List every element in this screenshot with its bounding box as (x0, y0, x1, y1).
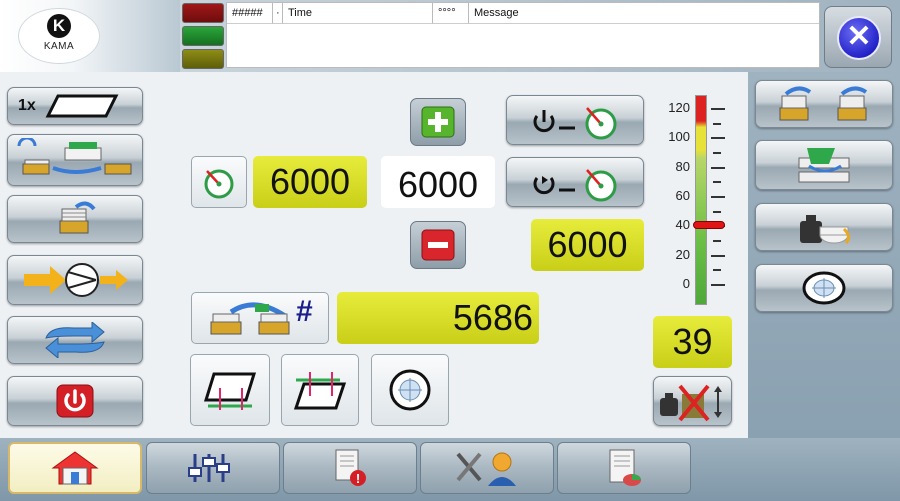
plus-icon (421, 106, 455, 138)
stack-transfer-button[interactable] (7, 134, 143, 186)
scale-tick (713, 269, 721, 272)
sheet-separation-button[interactable] (755, 140, 893, 190)
scale-tick (711, 284, 725, 286)
weight-cross-icon (656, 380, 730, 422)
weight-icon (794, 207, 854, 247)
logo-letter: K (47, 14, 71, 38)
cycle-button[interactable] (7, 316, 143, 364)
column-header-type[interactable]: · (273, 3, 283, 24)
header-bar: K KAMA ##### · Time °°°° Message ✕ (0, 0, 900, 72)
pump-button[interactable] (7, 255, 143, 305)
weight-disable-button[interactable] (653, 376, 732, 426)
column-header-id[interactable]: ##### (227, 3, 273, 24)
scale-tick (711, 166, 725, 169)
power-button[interactable] (7, 376, 143, 426)
column-header-message[interactable]: Message (469, 3, 819, 24)
speed-gauge-label (191, 156, 247, 208)
actual-speed-field: 6000 (531, 219, 644, 271)
logo-name: KAMA (43, 41, 75, 52)
scale-tick (713, 181, 721, 184)
center-target-button[interactable] (371, 354, 449, 426)
scale-label: 60 (675, 188, 690, 203)
scale-tick (713, 122, 721, 125)
speed-increase-button[interactable] (410, 98, 466, 146)
speed-jog-button[interactable] (506, 157, 644, 207)
status-led-olive (182, 49, 224, 69)
target-icon (386, 366, 434, 414)
tab-service[interactable] (420, 442, 554, 494)
target-icon (800, 270, 848, 306)
column-header-time[interactable]: Time (283, 3, 433, 24)
tools-user-icon (452, 448, 522, 488)
tab-home[interactable] (8, 442, 142, 494)
close-button[interactable]: ✕ (824, 6, 892, 68)
stack-exchange-button[interactable] (755, 80, 893, 128)
sheet-outline-icon (44, 93, 122, 119)
home-icon (51, 450, 99, 486)
status-led-green (182, 26, 224, 46)
sheet-up-button[interactable] (281, 354, 359, 426)
multiplier-label: 1x (18, 97, 36, 114)
tab-settings[interactable] (146, 442, 280, 494)
sliders-icon (185, 450, 241, 486)
stack-transfer-icon (15, 138, 135, 182)
power-cycle-speed-icon (525, 162, 625, 202)
speed-decrease-button[interactable] (410, 221, 466, 269)
sheet-separation-icon (789, 144, 859, 186)
scale-tick (711, 108, 725, 110)
column-header-code[interactable]: °°°° (433, 3, 469, 24)
scale-label: 0 (682, 276, 690, 291)
scale-indicator (693, 221, 725, 230)
scale-ticks (707, 95, 727, 305)
scale-tick (713, 152, 721, 154)
counter-value-field: 5686 (337, 292, 539, 344)
target-button[interactable] (755, 264, 893, 312)
svg-text:!: ! (356, 471, 360, 486)
scale-label: 120 (668, 100, 690, 115)
speed-setpoint-field[interactable]: 6000 (253, 156, 367, 208)
weight-button[interactable] (755, 203, 893, 251)
pump-arrow-icon (20, 260, 130, 300)
speed-start-button[interactable] (506, 95, 644, 145)
message-table[interactable]: ##### · Time °°°° Message (226, 2, 820, 68)
rotate-arrows-icon (40, 322, 110, 358)
speed-display: 6000 (381, 156, 495, 208)
sheet-size-button[interactable]: 1x (7, 87, 143, 125)
sheet-lower-icon (202, 366, 258, 414)
stack-exchange-icon (776, 84, 872, 124)
minus-icon (421, 229, 455, 261)
alarm-document-icon: ! (330, 448, 370, 488)
sheet-raise-icon (292, 366, 348, 414)
power-icon (55, 383, 95, 419)
counter-hash: # (296, 295, 313, 328)
scale-readout: 39 (653, 316, 732, 368)
stack-feed-icon (50, 199, 100, 239)
counter-label: # (191, 292, 329, 344)
scale-bar (695, 95, 707, 305)
scale-label: 100 (668, 129, 690, 145)
tab-alarms[interactable]: ! (283, 442, 417, 494)
scale-tick (711, 254, 725, 257)
close-icon: ✕ (837, 16, 881, 60)
report-chart-icon (604, 448, 644, 488)
logo-area: K KAMA (0, 0, 180, 72)
scale-tick (713, 210, 721, 213)
tab-reports[interactable] (557, 442, 691, 494)
scale-tick (711, 196, 725, 198)
scale-tick (711, 137, 725, 140)
stack-feed-button[interactable] (7, 195, 143, 243)
scale-label: 20 (675, 246, 690, 262)
scale-label: 80 (675, 158, 690, 174)
sheet-down-button[interactable] (190, 354, 270, 426)
power-speed-icon (525, 100, 625, 140)
scale-tick (713, 240, 721, 242)
speedometer-icon (199, 165, 239, 199)
status-led-red (182, 3, 224, 23)
kama-logo: K KAMA (18, 8, 100, 64)
scale-label: 40 (675, 217, 690, 233)
